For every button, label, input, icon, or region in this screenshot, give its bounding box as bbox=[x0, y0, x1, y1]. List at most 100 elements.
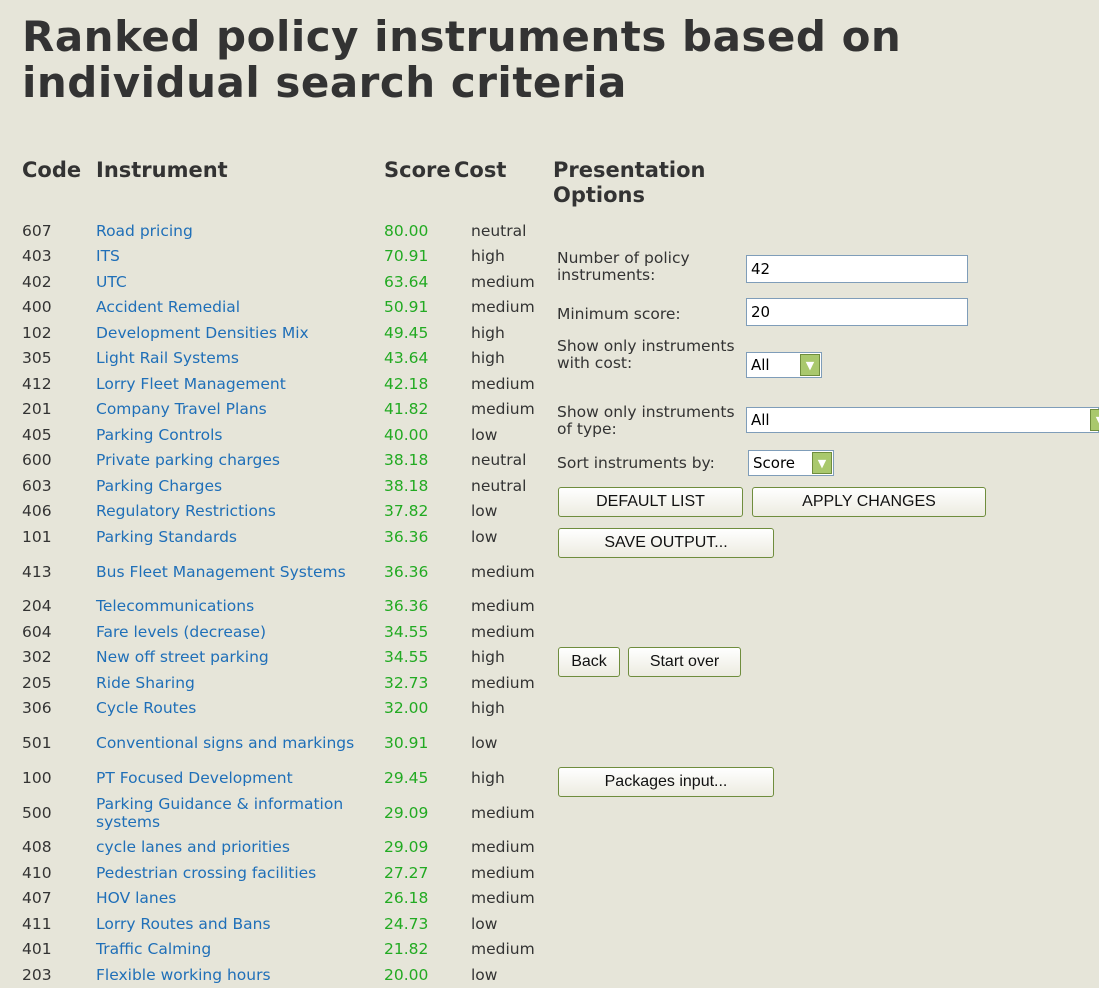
instrument-link[interactable]: Conventional signs and markings bbox=[96, 721, 386, 765]
instrument-code: 603 bbox=[22, 476, 52, 495]
instrument-code: 201 bbox=[22, 400, 52, 419]
page-title: Ranked policy instruments based on indiv… bbox=[22, 12, 902, 107]
num-instruments-input[interactable] bbox=[746, 255, 968, 283]
instrument-score: 29.09 bbox=[384, 838, 429, 857]
instrument-link[interactable]: Light Rail Systems bbox=[96, 346, 386, 372]
instrument-code: 600 bbox=[22, 451, 52, 470]
instrument-score: 43.64 bbox=[384, 349, 429, 368]
instrument-code: 101 bbox=[22, 527, 52, 546]
chevron-down-icon[interactable]: ▼ bbox=[800, 354, 820, 376]
instrument-cost: high bbox=[471, 699, 505, 718]
instrument-link[interactable]: Accident Remedial bbox=[96, 295, 386, 321]
instrument-cost: neutral bbox=[471, 451, 527, 470]
chevron-down-icon[interactable]: ▼ bbox=[812, 452, 832, 474]
instrument-code: 410 bbox=[22, 863, 52, 882]
instrument-link[interactable]: Regulatory Restrictions bbox=[96, 499, 386, 525]
instrument-score: 63.64 bbox=[384, 272, 429, 291]
instrument-link[interactable]: Parking Controls bbox=[96, 422, 386, 448]
instrument-link[interactable]: Pedestrian crossing facilities bbox=[96, 860, 386, 886]
instrument-cost: low bbox=[471, 425, 498, 444]
type-filter-select[interactable]: All ▼ bbox=[746, 407, 1099, 433]
instrument-cost: low bbox=[471, 734, 498, 752]
instrument-link[interactable]: Parking Standards bbox=[96, 524, 386, 550]
header-cost: Cost bbox=[454, 158, 507, 182]
type-filter-label: Show only instruments of type: bbox=[557, 403, 735, 438]
instrument-code: 102 bbox=[22, 323, 52, 342]
instrument-link[interactable]: PT Focused Development bbox=[96, 765, 386, 791]
default-list-button[interactable]: DEFAULT LIST bbox=[558, 487, 743, 517]
instrument-score: 70.91 bbox=[384, 247, 429, 266]
instrument-link[interactable]: Company Travel Plans bbox=[96, 397, 386, 423]
start-over-button[interactable]: Start over bbox=[628, 647, 741, 677]
instrument-link[interactable]: Bus Fleet Management Systems bbox=[96, 550, 386, 594]
instrument-link[interactable]: Flexible working hours bbox=[96, 962, 386, 988]
instrument-score: 42.18 bbox=[384, 374, 429, 393]
cost-filter-select[interactable]: All ▼ bbox=[746, 352, 822, 378]
header-score: Score bbox=[384, 158, 451, 182]
instrument-score: 80.00 bbox=[384, 221, 429, 240]
cost-filter-label: Show only instruments with cost: bbox=[557, 337, 735, 372]
instrument-cost: medium bbox=[471, 400, 535, 419]
table-row: 600 Private parking charges 38.18 neutral bbox=[0, 448, 560, 474]
instrument-code: 205 bbox=[22, 673, 52, 692]
instrument-cost: medium bbox=[471, 562, 535, 581]
min-score-input[interactable] bbox=[746, 298, 968, 326]
instrument-score: 34.55 bbox=[384, 648, 429, 667]
instrument-table: 607 Road pricing 80.00 neutral 403 ITS 70.91 hi… bbox=[0, 218, 560, 988]
instrument-code: 203 bbox=[22, 965, 52, 984]
table-row: 407 HOV lanes 26.18 medium bbox=[0, 886, 560, 912]
chevron-down-icon[interactable]: ▼ bbox=[1090, 409, 1099, 431]
instrument-link[interactable]: cycle lanes and priorities bbox=[96, 835, 386, 861]
table-row: 501 Conventional signs and markings 30.91 l… bbox=[0, 721, 560, 765]
instrument-score: 38.18 bbox=[384, 451, 429, 470]
instrument-code: 302 bbox=[22, 648, 52, 667]
instrument-link[interactable]: New off street parking bbox=[96, 645, 386, 671]
instrument-link[interactable]: Development Densities Mix bbox=[96, 320, 386, 346]
back-button[interactable]: Back bbox=[558, 647, 620, 677]
instrument-link[interactable]: Lorry Routes and Bans bbox=[96, 911, 386, 937]
instrument-link[interactable]: Lorry Fleet Management bbox=[96, 371, 386, 397]
instrument-code: 204 bbox=[22, 597, 52, 616]
sort-label: Sort instruments by: bbox=[557, 454, 715, 472]
table-row: 405 Parking Controls 40.00 low bbox=[0, 422, 560, 448]
instrument-score: 40.00 bbox=[384, 425, 429, 444]
instrument-cost: neutral bbox=[471, 221, 527, 240]
type-filter-value: All bbox=[751, 411, 770, 429]
table-row: 401 Traffic Calming 21.82 medium bbox=[0, 937, 560, 963]
table-row: 603 Parking Charges 38.18 neutral bbox=[0, 473, 560, 499]
instrument-code: 402 bbox=[22, 272, 52, 291]
instrument-score: 36.36 bbox=[384, 527, 429, 546]
instrument-code: 401 bbox=[22, 940, 52, 959]
instrument-code: 406 bbox=[22, 502, 52, 521]
instrument-cost: medium bbox=[471, 889, 535, 908]
instrument-score: 32.73 bbox=[384, 673, 429, 692]
instrument-cost: medium bbox=[471, 597, 535, 616]
instrument-link[interactable]: Parking Charges bbox=[96, 473, 386, 499]
instrument-link[interactable]: ITS bbox=[96, 244, 386, 270]
instrument-score: 38.18 bbox=[384, 476, 429, 495]
instrument-code: 408 bbox=[22, 838, 52, 857]
instrument-link[interactable]: Traffic Calming bbox=[96, 937, 386, 963]
instrument-link[interactable]: Road pricing bbox=[96, 218, 386, 244]
instrument-link[interactable]: UTC bbox=[96, 269, 386, 295]
table-row: 100 PT Focused Development 29.45 high bbox=[0, 765, 560, 791]
instrument-link[interactable]: Fare levels (decrease) bbox=[96, 619, 386, 645]
table-row: 203 Flexible working hours 20.00 low bbox=[0, 962, 560, 988]
instrument-code: 405 bbox=[22, 425, 52, 444]
instrument-link[interactable]: Private parking charges bbox=[96, 448, 386, 474]
instrument-cost: medium bbox=[471, 803, 535, 822]
header-instrument: Instrument bbox=[96, 158, 228, 182]
save-output-button[interactable]: SAVE OUTPUT... bbox=[558, 528, 774, 558]
table-row: 101 Parking Standards 36.36 low bbox=[0, 524, 560, 550]
instrument-link[interactable]: Cycle Routes bbox=[96, 696, 386, 722]
table-row: 102 Development Densities Mix 49.45 high bbox=[0, 320, 560, 346]
apply-changes-button[interactable]: APPLY CHANGES bbox=[752, 487, 986, 517]
instrument-link[interactable]: Telecommunications bbox=[96, 594, 386, 620]
num-instruments-label: Number of policy instruments: bbox=[557, 249, 690, 284]
instrument-link[interactable]: HOV lanes bbox=[96, 886, 386, 912]
instrument-link[interactable]: Ride Sharing bbox=[96, 670, 386, 696]
packages-input-button[interactable]: Packages input... bbox=[558, 767, 774, 797]
instrument-link[interactable]: Parking Guidance & information systems bbox=[96, 791, 386, 835]
table-row: 410 Pedestrian crossing facilities 27.27 me… bbox=[0, 860, 560, 886]
sort-select[interactable]: Score ▼ bbox=[748, 450, 834, 476]
